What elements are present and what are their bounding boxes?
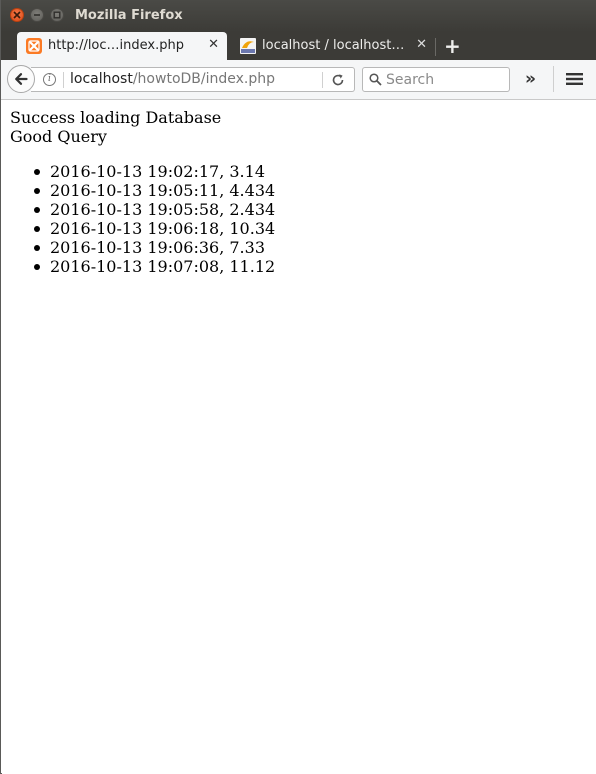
new-tab-button[interactable]: + bbox=[444, 35, 461, 57]
tab-index-php[interactable]: http://loc…index.php ✕ bbox=[17, 32, 227, 60]
page-content: Success loading Database Good Query 2016… bbox=[2, 100, 596, 774]
records-list: 2016-10-13 19:02:17, 3.14 2016-10-13 19:… bbox=[10, 162, 275, 276]
xampp-icon bbox=[26, 38, 42, 54]
tab-label: http://loc…index.php bbox=[48, 38, 184, 53]
status-message: Success loading Database bbox=[10, 108, 222, 127]
list-item: 2016-10-13 19:06:18, 10.34 bbox=[33, 219, 276, 238]
overflow-chevron-icon[interactable]: » bbox=[525, 69, 536, 89]
maximize-icon bbox=[53, 11, 61, 19]
url-text[interactable]: localhost/howtoDB/index.php bbox=[70, 71, 275, 88]
url-divider bbox=[63, 72, 64, 88]
tab-label: localhost / localhost… bbox=[262, 38, 405, 53]
url-bar[interactable]: i localhost/howtoDB/index.php bbox=[31, 67, 355, 92]
window-minimize-button[interactable] bbox=[30, 8, 44, 22]
window-title: Mozilla Firefox bbox=[75, 8, 183, 23]
tab-strip: http://loc…index.php ✕ localhost / local… bbox=[1, 32, 596, 60]
tab-phpmyadmin[interactable]: localhost / localhost… ✕ bbox=[231, 32, 435, 60]
list-item: 2016-10-13 19:05:11, 4.434 bbox=[33, 181, 276, 200]
list-item: 2016-10-13 19:02:17, 3.14 bbox=[33, 162, 275, 181]
close-icon bbox=[13, 11, 21, 19]
window-maximize-button[interactable] bbox=[50, 8, 64, 22]
tab-close-icon[interactable]: ✕ bbox=[416, 37, 427, 53]
site-info-icon[interactable]: i bbox=[43, 73, 56, 86]
tab-divider bbox=[435, 38, 436, 56]
query-message: Good Query bbox=[10, 127, 107, 146]
back-arrow-icon bbox=[15, 73, 28, 85]
title-bar: Mozilla Firefox bbox=[1, 0, 596, 33]
reload-icon[interactable] bbox=[331, 73, 345, 87]
window-close-button[interactable] bbox=[10, 8, 24, 22]
navigation-toolbar: i localhost/howtoDB/index.php » bbox=[1, 60, 596, 100]
search-icon bbox=[369, 73, 382, 86]
tab-close-icon[interactable]: ✕ bbox=[208, 37, 219, 53]
url-host: localhost bbox=[70, 71, 133, 87]
search-bar[interactable] bbox=[362, 67, 510, 92]
hamburger-menu-icon[interactable] bbox=[566, 72, 583, 86]
toolbar-divider bbox=[553, 66, 554, 92]
phpmyadmin-icon bbox=[240, 38, 256, 54]
list-item: 2016-10-13 19:06:36, 7.33 bbox=[33, 238, 275, 257]
browser-window: Mozilla Firefox http://loc…index.php ✕ l… bbox=[0, 0, 596, 774]
back-button[interactable] bbox=[7, 65, 35, 93]
search-input[interactable] bbox=[386, 70, 504, 89]
list-item: 2016-10-13 19:05:58, 2.434 bbox=[33, 200, 276, 219]
list-item: 2016-10-13 19:07:08, 11.12 bbox=[33, 257, 276, 276]
url-path: /howtoDB/index.php bbox=[132, 71, 276, 87]
minimize-icon bbox=[34, 14, 40, 16]
url-divider bbox=[322, 72, 323, 88]
